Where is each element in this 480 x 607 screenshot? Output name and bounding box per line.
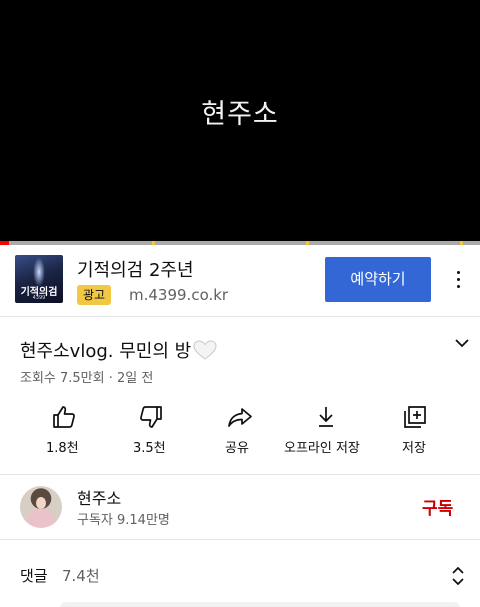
comments-count: 7.4천 xyxy=(62,567,100,585)
white-heart-icon xyxy=(193,340,217,365)
more-vert-icon[interactable] xyxy=(450,267,466,289)
share-icon xyxy=(227,404,253,430)
ad-title[interactable]: 기적의검 2주년 xyxy=(77,256,194,282)
comment-preview[interactable] xyxy=(60,602,460,607)
save-to-playlist-icon xyxy=(402,404,428,430)
like-count: 1.8천 xyxy=(46,441,79,456)
share-button[interactable]: 공유 xyxy=(216,398,264,462)
video-title[interactable]: 현주소vlog. 무민의 방 xyxy=(20,337,217,365)
like-button[interactable]: 1.8천 xyxy=(40,398,88,462)
thumbs-down-icon xyxy=(138,404,164,430)
ad-url[interactable]: m.4399.co.kr xyxy=(129,285,228,305)
ad-badge: 광고 xyxy=(77,285,112,305)
subscribe-button[interactable]: 구독 xyxy=(422,494,453,519)
divider xyxy=(0,474,480,475)
action-bar: 1.8천 3.5천 공유 오프라인 저장 저장 xyxy=(0,398,480,462)
avatar[interactable] xyxy=(20,486,62,528)
dislike-count: 3.5천 xyxy=(133,441,166,456)
save-button[interactable]: 저장 xyxy=(392,398,440,462)
comments-header[interactable]: 댓글 7.4천 xyxy=(0,559,480,591)
video-title-text: 현주소vlog. 무민의 방 xyxy=(20,341,192,362)
video-player[interactable]: 현주소 xyxy=(0,0,480,241)
dislike-button[interactable]: 3.5천 xyxy=(126,398,174,462)
download-label: 오프라인 저장 xyxy=(284,441,360,456)
ad-cta-button[interactable]: 예약하기 xyxy=(325,257,431,302)
channel-name[interactable]: 현주소 xyxy=(77,485,121,509)
ad-banner[interactable]: 기적의검 4399 기적의검 2주년 광고 m.4399.co.kr 예약하기 xyxy=(0,245,480,317)
download-button[interactable]: 오프라인 저장 xyxy=(284,398,368,462)
channel-row[interactable]: 현주소 구독자 9.14만명 구독 xyxy=(0,476,480,538)
save-label: 저장 xyxy=(402,441,426,456)
unfold-icon[interactable] xyxy=(449,565,467,587)
ad-thumbnail-subtext: 4399 xyxy=(32,295,46,301)
thumbs-up-icon xyxy=(51,404,77,430)
avatar-face xyxy=(36,497,46,509)
share-label: 공유 xyxy=(225,441,249,456)
video-overlay-text: 현주소 xyxy=(201,99,279,130)
video-meta: 조회수 7.5만회 · 2일 전 xyxy=(20,371,154,386)
chevron-down-icon[interactable] xyxy=(453,334,471,352)
ad-thumbnail[interactable]: 기적의검 4399 xyxy=(15,255,63,303)
subscriber-count: 구독자 9.14만명 xyxy=(77,513,170,528)
divider xyxy=(0,539,480,540)
comments-label: 댓글 xyxy=(20,567,48,585)
download-icon xyxy=(313,404,339,430)
